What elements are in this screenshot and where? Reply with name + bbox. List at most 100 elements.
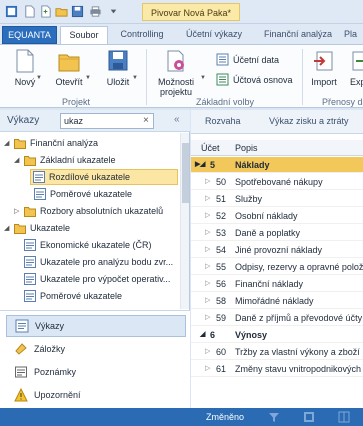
- collapsed-arrow-icon[interactable]: ▷: [205, 279, 210, 287]
- export-button[interactable]: Exp: [350, 49, 363, 87]
- tree-node-financni-analyza[interactable]: ◢ Finanční analýza: [4, 135, 98, 151]
- tree-node-rozbory-absolutnich-ukazatelu[interactable]: ▷ Rozbory absolutních ukazatelů: [14, 203, 163, 219]
- collapsed-arrow-icon[interactable]: ▷: [205, 177, 210, 185]
- table-row[interactable]: ▷ 54 Jiné provozní náklady: [191, 242, 363, 258]
- report-tabs: Rozvaha Výkaz zisku a ztráty: [191, 110, 363, 134]
- table-row[interactable]: ▷ 50 Spotřebované nákupy: [191, 174, 363, 190]
- project-options-button[interactable]: Možnosti projektu: [152, 49, 200, 97]
- warning-icon: [14, 388, 28, 402]
- tab-financni-analyza[interactable]: Finanční analýza: [258, 26, 338, 44]
- search-input[interactable]: [60, 113, 154, 129]
- tree-scrollbar[interactable]: [180, 133, 189, 309]
- tree-node-ekonomicke-ukazatele[interactable]: Ekonomické ukazatele (ČR): [22, 237, 152, 253]
- collapsed-arrow-icon[interactable]: ▷: [205, 194, 210, 202]
- table-row[interactable]: ▷ 61 Změny stavu vnitropodnikových: [191, 361, 363, 377]
- tree-node-ukazatele-operativni[interactable]: Ukazatele pro výpočet operativ...: [22, 271, 170, 287]
- group-label-prenosy: Přenosy da: [322, 97, 363, 107]
- tab-controlling[interactable]: Controlling: [112, 26, 172, 44]
- expand-arrow-icon[interactable]: ◢: [14, 156, 22, 164]
- table-row[interactable]: ▷ 52 Osobní náklady: [191, 208, 363, 224]
- nav-item-upozorneni[interactable]: Upozornění: [6, 384, 186, 406]
- open-folder-icon[interactable]: [54, 4, 68, 18]
- nav-item-zalozky[interactable]: Záložky: [6, 338, 186, 360]
- table-row[interactable]: ▷ 58 Mimořádné náklady: [191, 293, 363, 309]
- table-row[interactable]: ▷ 55 Odpisy, rezervy a opravné polož: [191, 259, 363, 275]
- collapsed-arrow-icon[interactable]: ▷: [205, 364, 210, 372]
- options-dropdown-icon[interactable]: ▼: [200, 75, 206, 81]
- collapse-arrow-icon[interactable]: ◢: [200, 330, 205, 338]
- expand-arrow-icon[interactable]: ◢: [4, 139, 12, 147]
- clear-search-icon[interactable]: ×: [143, 115, 149, 126]
- new-dropdown-icon[interactable]: ▼: [36, 75, 42, 81]
- scrollbar-thumb[interactable]: [182, 143, 189, 203]
- collapsed-arrow-icon[interactable]: ▷: [205, 313, 210, 321]
- tab-vykaz-zisku-a-ztraty[interactable]: Výkaz zisku a ztráty: [269, 116, 349, 126]
- new-button[interactable]: Nový: [12, 49, 38, 87]
- table-row[interactable]: ▷ 56 Finanční náklady: [191, 276, 363, 292]
- document-title: Pivovar Nová Paka*: [142, 3, 241, 21]
- table-row[interactable]: ▷ 53 Daně a poplatky: [191, 225, 363, 241]
- import-button[interactable]: Import: [308, 49, 340, 87]
- row-account: 5: [210, 160, 216, 170]
- collapsed-arrow-icon[interactable]: ▷: [205, 296, 210, 304]
- column-header-ucet[interactable]: Účet: [201, 143, 220, 153]
- table-row[interactable]: ▶ ◢ 5 Náklady: [191, 157, 363, 173]
- save-button[interactable]: Uložit: [104, 49, 132, 87]
- table-row[interactable]: ◢ 6 Výnosy: [191, 327, 363, 343]
- collapsed-arrow-icon[interactable]: ▷: [205, 245, 210, 253]
- tree-node-rozdilove-ukazatele[interactable]: Rozdílové ukazatele: [30, 169, 178, 185]
- row-description: Jiné provozní náklady: [235, 245, 323, 255]
- nav-item-vykazy[interactable]: Výkazy: [6, 315, 186, 337]
- collapsed-arrow-icon[interactable]: ▷: [14, 207, 22, 215]
- tree-node-label: Rozdílové ukazatele: [49, 172, 131, 182]
- report-icon: [33, 171, 45, 183]
- nav-item-poznamky[interactable]: Poznámky: [6, 361, 186, 383]
- customize-toolbar-icon[interactable]: [106, 4, 120, 18]
- tree-node-ukazatele[interactable]: ◢ Ukazatele: [4, 220, 70, 236]
- collapsed-arrow-icon[interactable]: ▷: [205, 211, 210, 219]
- open-dropdown-icon[interactable]: ▼: [85, 75, 91, 81]
- tab-planovani[interactable]: Pla: [344, 26, 363, 44]
- new-button-label: Nový: [14, 77, 36, 87]
- new-document-icon[interactable]: [22, 4, 36, 18]
- save-disk-icon[interactable]: [70, 4, 84, 18]
- import-button-label: Import: [311, 77, 337, 87]
- save-dropdown-icon[interactable]: ▼: [132, 75, 138, 81]
- tab-rozvaha[interactable]: Rozvaha: [205, 116, 241, 126]
- tab-soubor[interactable]: Soubor: [60, 26, 108, 45]
- table-row[interactable]: ▷ 51 Služby: [191, 191, 363, 207]
- panel-title: Výkazy: [7, 115, 40, 126]
- save-disk-icon: [108, 50, 128, 71]
- tab-equanta[interactable]: EQUANTA: [2, 26, 57, 44]
- group-label-projekt: Projekt: [62, 97, 91, 107]
- open-button[interactable]: Otevřít: [54, 49, 84, 87]
- column-header-popis[interactable]: Popis: [235, 143, 258, 153]
- tree-node-zakladni-ukazatele[interactable]: ◢ Základní ukazatele: [14, 152, 116, 168]
- print-icon[interactable]: [88, 4, 102, 18]
- collapsed-arrow-icon[interactable]: ▷: [205, 347, 210, 355]
- group-separator: [302, 49, 303, 105]
- grid-header: Účet Popis: [191, 140, 363, 156]
- tree-node-pomerove-ukazatele[interactable]: Poměrové ukazatele: [32, 186, 132, 202]
- bookmark-icon: [15, 343, 27, 355]
- collapse-arrow-icon[interactable]: ◢: [200, 160, 205, 168]
- tab-ucetni-vykazy[interactable]: Účetní výkazy: [178, 26, 250, 44]
- tree-node-label: Základní ukazatele: [40, 155, 116, 165]
- row-description: Finanční náklady: [235, 279, 304, 289]
- accounting-data-button[interactable]: Účetní data: [216, 53, 279, 66]
- collapsed-arrow-icon[interactable]: ▷: [205, 228, 210, 236]
- tree-node-pomerove-ukazatele-2[interactable]: Poměrové ukazatele: [22, 288, 122, 304]
- row-account: 52: [216, 211, 227, 221]
- window-icon[interactable]: [303, 411, 315, 423]
- chart-of-accounts-button[interactable]: Účtová osnova: [216, 73, 293, 86]
- row-description: Daně a poplatky: [235, 228, 301, 238]
- table-row[interactable]: ▷ 60 Tržby za vlastní výkony a zboží: [191, 344, 363, 360]
- table-row[interactable]: ▷ 59 Daně z příjmů a převodové účty: [191, 310, 363, 326]
- tree-node-ukazatele-bod-zvratu[interactable]: Ukazatele pro analýzu bodu zvr...: [22, 254, 173, 270]
- collapsed-arrow-icon[interactable]: ▷: [205, 262, 210, 270]
- layout-icon[interactable]: [338, 411, 350, 423]
- new-file-icon[interactable]: [38, 4, 52, 18]
- filter-icon[interactable]: [268, 411, 280, 423]
- collapse-panel-icon[interactable]: «: [174, 114, 180, 125]
- expand-arrow-icon[interactable]: ◢: [4, 224, 12, 232]
